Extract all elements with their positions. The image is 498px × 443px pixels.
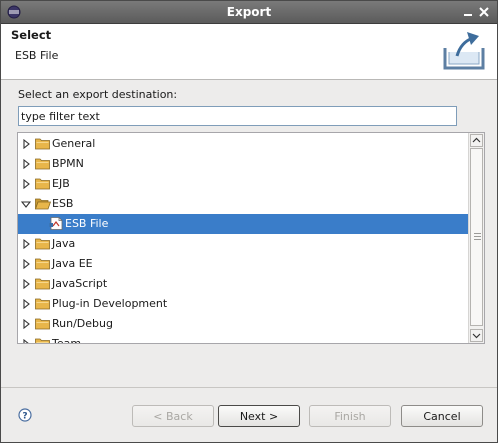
back-button[interactable]: < Back (132, 405, 214, 427)
cancel-button[interactable]: Cancel (401, 405, 483, 427)
tree-item[interactable]: Run/Debug (18, 314, 468, 334)
title-bar[interactable]: Export (1, 1, 497, 24)
tree-item-label: ESB File (65, 217, 109, 230)
collapsed-arrow-icon[interactable] (21, 259, 31, 269)
tree-rows: General BPMN EJB ESB ESB File Java Java EE Java… (18, 133, 468, 343)
folder-open-icon (35, 198, 51, 210)
vertical-scrollbar[interactable] (468, 133, 484, 343)
next-button[interactable]: Next > (218, 405, 300, 427)
export-dialog: Export Select ESB File Select an export … (0, 0, 498, 443)
tree-item-label: Java (52, 237, 76, 250)
close-icon[interactable] (477, 5, 491, 19)
tree-item-label: Team (52, 337, 82, 344)
tree-item-label: JavaScript (52, 277, 108, 290)
scroll-thumb[interactable] (470, 148, 483, 326)
collapsed-arrow-icon[interactable] (21, 279, 31, 289)
tree-item-label: Java EE (52, 257, 93, 270)
collapsed-arrow-icon[interactable] (21, 319, 31, 329)
tree-item-label: Run/Debug (52, 317, 113, 330)
tree-item[interactable]: EJB (18, 174, 468, 194)
export-wizard-icon (443, 32, 485, 70)
folder-icon (35, 158, 50, 170)
tree-item-label: EJB (52, 177, 70, 190)
folder-icon (35, 318, 50, 330)
collapsed-arrow-icon[interactable] (21, 139, 31, 149)
page-title: Select (11, 28, 52, 42)
folder-icon (35, 138, 50, 150)
tree-item-label: BPMN (52, 157, 84, 170)
tree-item[interactable]: ESB (18, 194, 468, 214)
expanded-arrow-icon[interactable] (21, 199, 31, 209)
folder-icon (35, 238, 50, 250)
button-bar-separator (1, 387, 497, 388)
minimize-icon[interactable] (461, 5, 475, 19)
folder-icon (35, 278, 50, 290)
tree-item[interactable]: Java (18, 234, 468, 254)
collapsed-arrow-icon[interactable] (21, 179, 31, 189)
collapsed-arrow-icon[interactable] (21, 159, 31, 169)
filter-input[interactable] (18, 106, 457, 126)
folder-icon (35, 258, 50, 270)
collapsed-arrow-icon[interactable] (21, 239, 31, 249)
destination-tree: General BPMN EJB ESB ESB File Java Java EE Java… (17, 132, 485, 344)
tree-item-label: Plug-in Development (52, 297, 168, 310)
tree-item[interactable]: BPMN (18, 154, 468, 174)
tree-item-label: ESB (52, 197, 74, 210)
tree-item[interactable]: General (18, 134, 468, 154)
svg-text:?: ? (22, 412, 27, 422)
folder-icon (35, 338, 50, 343)
collapsed-arrow-icon[interactable] (21, 299, 31, 309)
chevron-down-icon (472, 333, 481, 339)
folder-icon (35, 298, 50, 310)
tree-item[interactable]: Java EE (18, 254, 468, 274)
wizard-header: Select ESB File (1, 24, 497, 80)
window-title: Export (226, 5, 272, 19)
tree-item[interactable]: Plug-in Development (18, 294, 468, 314)
page-description: ESB File (15, 49, 59, 62)
scroll-up-button[interactable] (470, 134, 483, 147)
tree-item[interactable]: Team (18, 334, 468, 344)
chevron-up-icon (472, 137, 481, 143)
tree-item-label: General (52, 137, 96, 150)
tree-item[interactable]: JavaScript (18, 274, 468, 294)
scroll-down-button[interactable] (470, 329, 483, 342)
esb-file-icon (49, 217, 63, 230)
help-icon[interactable]: ? (18, 408, 32, 422)
finish-button[interactable]: Finish (309, 405, 391, 427)
folder-icon (35, 178, 50, 190)
collapsed-arrow-icon[interactable] (21, 339, 31, 344)
tree-item[interactable]: ESB File (18, 214, 468, 234)
filter-label: Select an export destination: (18, 88, 178, 101)
